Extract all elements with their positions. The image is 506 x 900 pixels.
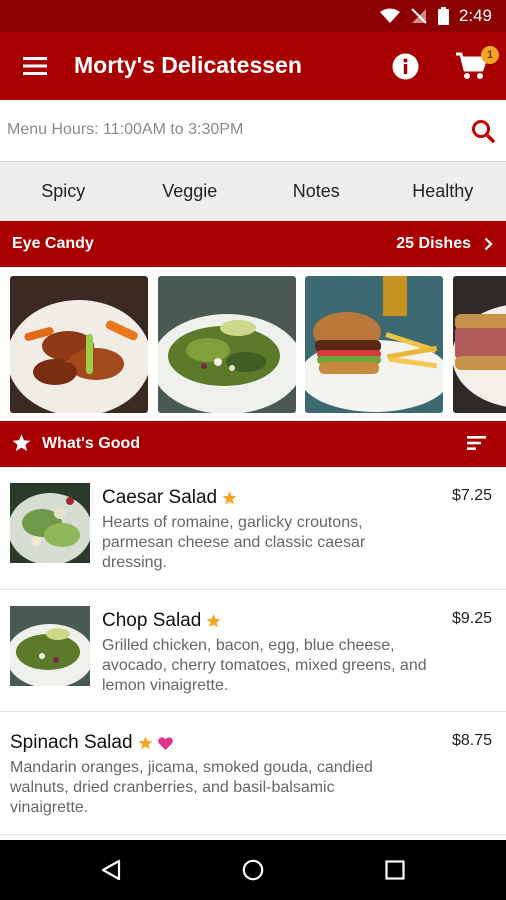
item-name-row: Caesar Salad bbox=[102, 487, 237, 509]
item-price: $9.25 bbox=[451, 610, 492, 627]
star-icon bbox=[12, 434, 31, 452]
item-description: Mandarin oranges, jicama, smoked gouda, … bbox=[10, 759, 373, 816]
no-signal-icon bbox=[411, 8, 427, 24]
salad-image bbox=[158, 276, 296, 413]
item-description: Hearts of romaine, garlicky croutons, pa… bbox=[102, 514, 366, 571]
item-name: Chop Salad bbox=[102, 610, 202, 631]
item-name: Spinach Salad bbox=[10, 732, 133, 753]
dish-photo-sandwich[interactable] bbox=[453, 276, 506, 413]
menu-item-chop-salad[interactable]: Chop Salad $9.25 Grilled chicken, bacon,… bbox=[0, 590, 506, 712]
chevron-right-icon bbox=[484, 237, 493, 251]
status-time: 2:49 bbox=[458, 6, 492, 25]
item-price: $7.25 bbox=[451, 487, 492, 504]
app-title: Morty's Delicatessen bbox=[74, 52, 302, 78]
recents-icon[interactable] bbox=[385, 860, 405, 880]
favorite-star-icon bbox=[222, 491, 237, 505]
filter-veggie[interactable]: Veggie bbox=[127, 162, 254, 221]
filter-notes[interactable]: Notes bbox=[253, 162, 380, 221]
chop-salad-photo bbox=[10, 606, 90, 686]
eye-candy-header[interactable]: Eye Candy 25 Dishes bbox=[0, 221, 506, 267]
navigation-bar bbox=[0, 840, 506, 900]
app-bar: Morty's Delicatessen 1 bbox=[0, 32, 506, 100]
hamburger-menu-icon bbox=[23, 57, 47, 75]
favorite-star-icon bbox=[206, 614, 221, 628]
filter-healthy[interactable]: Healthy bbox=[380, 162, 506, 221]
battery-icon bbox=[437, 7, 449, 25]
eye-candy-title: Eye Candy bbox=[12, 235, 94, 252]
wings-image bbox=[10, 276, 148, 413]
eye-candy-gallery[interactable] bbox=[0, 267, 506, 421]
item-name: Caesar Salad bbox=[102, 487, 218, 508]
caesar-salad-photo bbox=[10, 483, 90, 563]
item-description: Grilled chicken, bacon, egg, blue cheese… bbox=[102, 637, 427, 694]
cart-button[interactable]: 1 bbox=[454, 46, 499, 82]
item-price: $8.75 bbox=[451, 732, 492, 749]
burger-image bbox=[305, 276, 443, 413]
favorite-star-icon bbox=[138, 736, 152, 750]
wifi-icon bbox=[379, 8, 400, 23]
dish-photo-burger[interactable] bbox=[305, 276, 443, 413]
search-icon[interactable] bbox=[471, 119, 495, 143]
filter-spicy[interactable]: Spicy bbox=[0, 162, 127, 221]
back-icon[interactable] bbox=[100, 859, 122, 881]
menu-button[interactable] bbox=[20, 52, 50, 80]
status-icons: 2:49 bbox=[379, 6, 492, 26]
dishes-count: 25 Dishes bbox=[396, 235, 471, 252]
dish-photo-salad[interactable] bbox=[158, 276, 296, 413]
home-icon[interactable] bbox=[242, 859, 264, 881]
info-icon bbox=[392, 53, 418, 79]
menu-hours-text: Menu Hours: 11:00AM to 3:30PM bbox=[7, 121, 244, 138]
search-bar[interactable]: Menu Hours: 11:00AM to 3:30PM bbox=[0, 100, 506, 162]
whats-good-header: What's Good bbox=[0, 421, 506, 467]
info-button[interactable] bbox=[391, 52, 419, 80]
menu-item-caesar-salad[interactable]: Caesar Salad $7.25 Hearts of romaine, ga… bbox=[0, 467, 506, 590]
menu-item-spinach-salad[interactable]: Spinach Salad $8.75 Mandarin oranges, ji… bbox=[0, 712, 506, 835]
sort-icon[interactable] bbox=[467, 436, 486, 450]
cart-count-badge: 1 bbox=[481, 46, 499, 64]
heart-icon bbox=[157, 736, 173, 750]
status-bar: 2:49 bbox=[0, 0, 506, 32]
filter-tabs: Spicy Veggie Notes Healthy bbox=[0, 162, 506, 221]
item-name-row: Spinach Salad bbox=[10, 732, 173, 754]
item-name-row: Chop Salad bbox=[102, 610, 221, 632]
dish-photo-wings[interactable] bbox=[10, 276, 148, 413]
sandwich-image bbox=[453, 276, 506, 413]
whats-good-title: What's Good bbox=[42, 435, 141, 452]
